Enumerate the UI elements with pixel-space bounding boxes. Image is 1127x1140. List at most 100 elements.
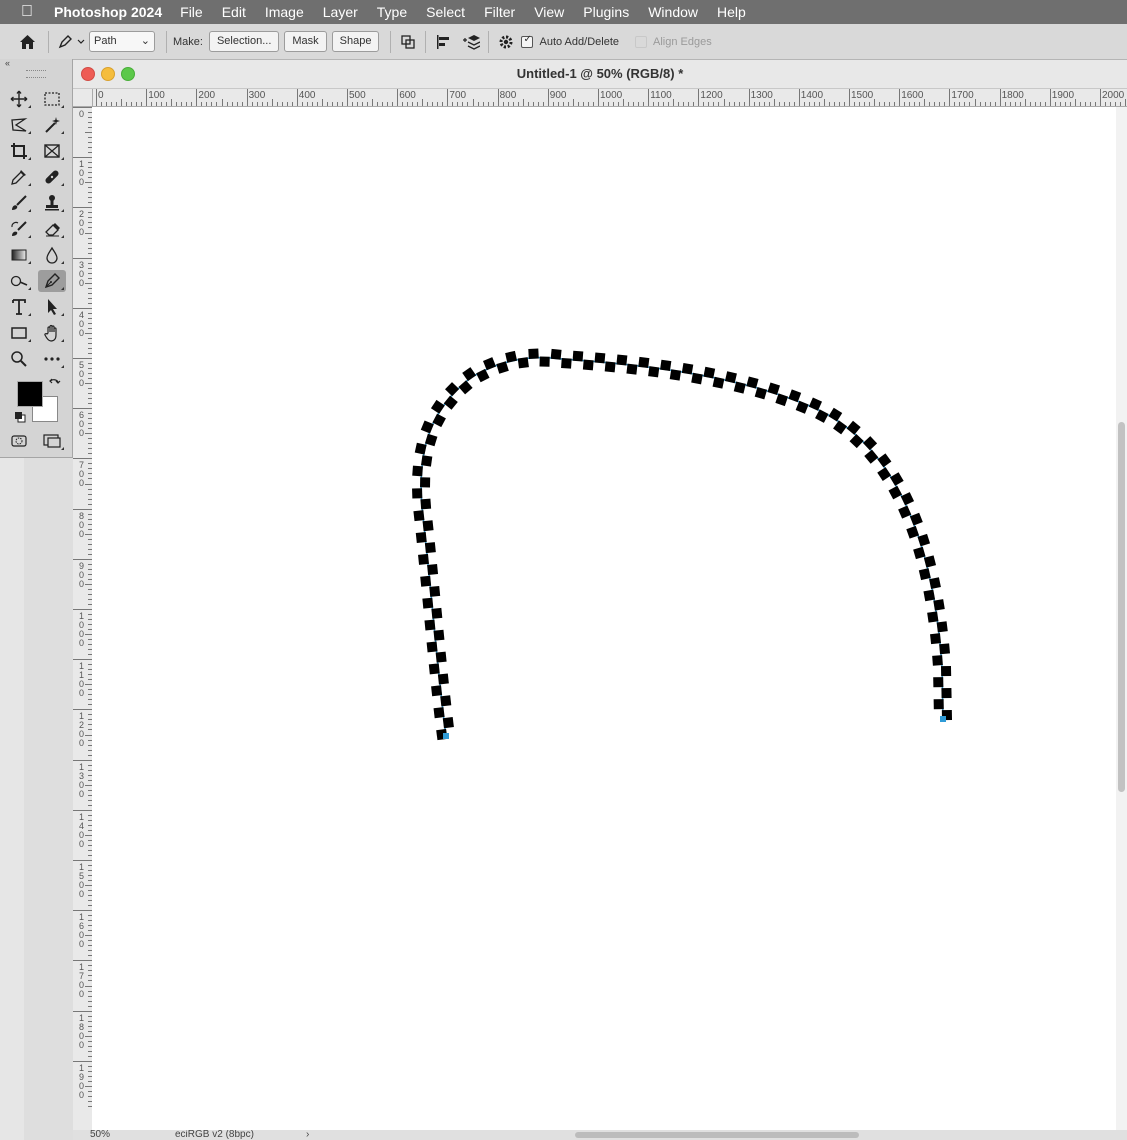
stroke-block	[505, 350, 518, 363]
ruler-tick	[969, 102, 971, 106]
rectangle-icon[interactable]	[5, 322, 33, 344]
vertical-scroll-thumb[interactable]	[1118, 422, 1125, 792]
ruler-tick	[1069, 102, 1071, 106]
path-line[interactable]	[420, 356, 944, 737]
stroke-block	[561, 357, 572, 369]
rectangular-marquee-icon[interactable]	[38, 88, 66, 110]
auto-add-delete-checkbox[interactable]: ✓	[521, 34, 534, 48]
menu-type[interactable]: Type	[377, 4, 407, 20]
pen-tool-icon[interactable]	[38, 270, 66, 292]
ruler-tick	[929, 102, 931, 106]
hand-icon[interactable]	[38, 322, 66, 344]
type-icon[interactable]	[5, 296, 33, 318]
menu-view[interactable]: View	[534, 4, 564, 20]
apple-menu-icon[interactable]: 	[0, 3, 54, 21]
menu-help[interactable]: Help	[717, 4, 746, 20]
lasso-icon[interactable]	[5, 114, 33, 136]
stroke-block	[862, 436, 878, 451]
home-icon[interactable]	[16, 31, 38, 53]
menu-plugins[interactable]: Plugins	[583, 4, 629, 20]
make-shape-button[interactable]: Shape	[331, 31, 380, 52]
ruler-label: 500	[349, 90, 366, 101]
ruler-tick	[1014, 102, 1016, 106]
stroke-block	[420, 477, 431, 488]
history-brush-icon[interactable]	[5, 218, 33, 240]
quick-mask-icon[interactable]	[5, 430, 33, 452]
magic-wand-icon[interactable]	[38, 114, 66, 136]
horizontal-scroll-thumb[interactable]	[575, 1132, 859, 1138]
ruler-tick	[603, 102, 605, 106]
make-mask-button[interactable]: Mask	[284, 31, 327, 52]
align-edges-checkbox[interactable]	[635, 35, 647, 48]
make-selection-button[interactable]: Selection...	[208, 31, 280, 52]
ruler-tick	[999, 89, 1001, 106]
menu-image[interactable]: Image	[265, 4, 304, 20]
stroke-block	[941, 687, 952, 699]
stroke-block	[431, 607, 443, 619]
ruler-origin[interactable]	[73, 89, 93, 107]
stroke-block	[900, 492, 915, 506]
zoom-icon[interactable]	[5, 348, 33, 370]
ruler-tick	[1115, 102, 1117, 106]
document-title-bar[interactable]: Untitled-1 @ 50% (RGB/8) *	[73, 60, 1127, 89]
frame-icon[interactable]	[38, 140, 66, 162]
ruler-tick	[73, 408, 92, 410]
menu-edit[interactable]: Edit	[222, 4, 246, 20]
default-colors-icon[interactable]	[14, 411, 26, 423]
foreground-color-swatch[interactable]	[17, 381, 43, 407]
collapse-panel-icon[interactable]: «	[0, 59, 72, 68]
menu-select[interactable]: Select	[426, 4, 465, 20]
pen-tool-preset-icon[interactable]	[55, 31, 89, 53]
stroke-block	[420, 575, 432, 587]
stroke-block	[420, 498, 432, 510]
swap-colors-icon[interactable]	[48, 377, 62, 391]
ruler-tick	[73, 558, 92, 560]
zoom-level[interactable]: 50%	[90, 1130, 110, 1140]
mode-select[interactable]: Path ⌄	[89, 31, 155, 52]
menu-file[interactable]: File	[180, 4, 203, 20]
eyedropper-icon[interactable]	[5, 166, 33, 188]
ruler-tick	[572, 99, 574, 106]
ruler-tick	[959, 102, 961, 106]
path-alignment-icon[interactable]	[432, 31, 454, 53]
vertical-scrollbar[interactable]	[1116, 107, 1127, 1140]
clone-stamp-icon[interactable]	[38, 192, 66, 214]
drawn-path[interactable]	[92, 107, 1116, 1130]
brush-icon[interactable]	[5, 192, 33, 214]
blur-icon[interactable]	[38, 244, 66, 266]
canvas[interactable]	[92, 107, 1116, 1130]
menu-layer[interactable]: Layer	[323, 4, 358, 20]
chevron-right-icon[interactable]: ›	[306, 1130, 309, 1140]
vertical-ruler[interactable]: 0 100 200 300 400 500 600 700 800 900 1000 1100 1200…	[73, 89, 93, 1140]
gradient-icon[interactable]	[5, 244, 33, 266]
path-arrangement-icon[interactable]	[460, 31, 482, 53]
anchor-point[interactable]	[443, 733, 449, 739]
path-selection-icon[interactable]	[38, 296, 66, 318]
dodge-icon[interactable]	[5, 270, 33, 292]
stroke-block	[616, 354, 628, 366]
ruler-tick	[567, 102, 569, 106]
ruler-tick	[643, 102, 645, 106]
ruler-tick	[1019, 102, 1021, 106]
anchor-point[interactable]	[940, 716, 946, 722]
horizontal-ruler[interactable]: 0 100 200 300 400 500 600 700 800 900 1000 1100 1200…	[92, 89, 1127, 107]
ruler-tick	[131, 102, 133, 106]
more-tools-icon[interactable]	[38, 348, 66, 370]
crop-icon[interactable]	[5, 140, 33, 162]
ruler-tick	[357, 102, 359, 106]
path-operations-icon[interactable]	[397, 31, 419, 53]
eraser-icon[interactable]	[38, 218, 66, 240]
panel-grip[interactable]	[26, 70, 46, 78]
menu-window[interactable]: Window	[648, 4, 698, 20]
screen-mode-icon[interactable]	[38, 430, 66, 452]
ruler-label: 1600	[79, 912, 85, 950]
healing-brush-icon[interactable]	[38, 166, 66, 188]
move-tool-icon[interactable]	[5, 88, 33, 110]
menu-filter[interactable]: Filter	[484, 4, 515, 20]
gear-icon[interactable]	[495, 31, 517, 53]
ruler-tick	[1125, 99, 1127, 106]
document-profile[interactable]: eciRGB v2 (8bpc)	[175, 1130, 254, 1140]
ruler-tick	[638, 102, 640, 106]
ruler-tick	[161, 102, 163, 106]
app-menu[interactable]: Photoshop 2024	[54, 4, 162, 20]
